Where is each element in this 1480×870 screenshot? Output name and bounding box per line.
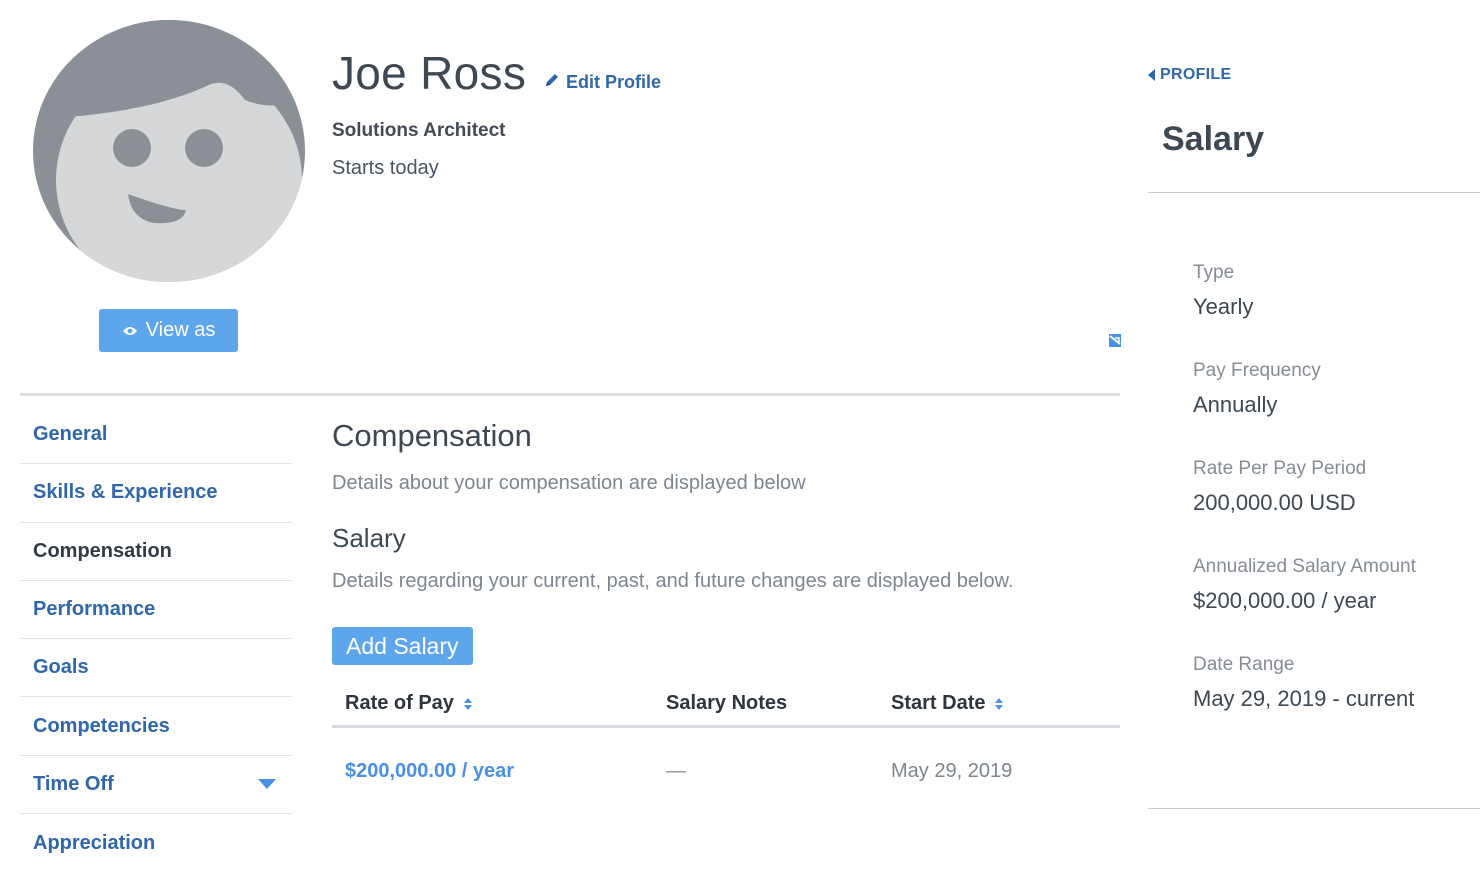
salary-description: Details regarding your current, past, an… bbox=[332, 570, 1014, 592]
panel-divider bbox=[1148, 192, 1480, 193]
field-value: $200,000.00 / year bbox=[1193, 588, 1377, 613]
sidebar-item-label: Goals bbox=[33, 656, 89, 679]
avatar bbox=[33, 20, 305, 282]
field-label: Pay Frequency bbox=[1193, 360, 1321, 381]
section-title: Compensation bbox=[332, 418, 532, 453]
sidebar-item-skills[interactable]: Skills & Experience bbox=[20, 464, 292, 523]
salary-table: Rate of Pay Salary Notes Start Date $200… bbox=[332, 682, 1120, 814]
field-value: May 29, 2019 - current bbox=[1193, 686, 1415, 711]
field-date-range: Date Range May 29, 2019 - current bbox=[1193, 654, 1414, 712]
job-title: Solutions Architect bbox=[332, 120, 506, 141]
eye-icon bbox=[122, 325, 138, 337]
section-description: Details about your compensation are disp… bbox=[332, 472, 806, 494]
field-value: Annually bbox=[1193, 392, 1278, 417]
sidebar-item-performance[interactable]: Performance bbox=[20, 581, 292, 640]
sidebar-item-label: General bbox=[33, 423, 108, 446]
profile-name: Joe Ross bbox=[332, 47, 527, 99]
sidebar-item-competencies[interactable]: Competencies bbox=[20, 697, 292, 756]
start-info: Starts today bbox=[332, 157, 439, 179]
start-date-cell: May 29, 2019 bbox=[891, 759, 1013, 782]
sidebar-item-compensation[interactable]: Compensation bbox=[20, 523, 292, 581]
pencil-icon bbox=[544, 72, 560, 93]
column-header-label: Rate of Pay bbox=[345, 692, 454, 714]
back-to-profile-link[interactable]: PROFILE bbox=[1148, 66, 1231, 84]
field-value: 200,000.00 USD bbox=[1193, 490, 1356, 515]
column-header-notes: Salary Notes bbox=[666, 692, 891, 715]
caret-down-icon[interactable] bbox=[258, 779, 276, 790]
caret-left-icon bbox=[1148, 69, 1155, 81]
field-annualized-salary: Annualized Salary Amount $200,000.00 / y… bbox=[1193, 556, 1416, 614]
table-header: Rate of Pay Salary Notes Start Date bbox=[332, 682, 1120, 728]
sort-icon[interactable] bbox=[995, 697, 1004, 710]
sidebar-item-label: Competencies bbox=[33, 714, 170, 737]
sidebar-item-label: Time Off bbox=[33, 772, 114, 795]
view-as-button[interactable]: View as bbox=[99, 309, 238, 352]
sort-icon[interactable] bbox=[463, 697, 472, 710]
sidebar-item-goals[interactable]: Goals bbox=[20, 639, 292, 698]
field-label: Type bbox=[1193, 262, 1235, 283]
back-link-label: PROFILE bbox=[1160, 66, 1232, 83]
field-rate-per-pay-period: Rate Per Pay Period 200,000.00 USD bbox=[1193, 458, 1366, 516]
collapse-icon[interactable] bbox=[1109, 334, 1121, 347]
compensation-section: Compensation Details about your compensa… bbox=[332, 418, 1122, 665]
field-label: Date Range bbox=[1193, 654, 1295, 675]
edit-profile-label: Edit Profile bbox=[566, 72, 662, 92]
header-divider bbox=[20, 393, 1120, 396]
sidebar-item-appreciation[interactable]: Appreciation bbox=[20, 814, 292, 870]
column-header-rate[interactable]: Rate of Pay bbox=[332, 692, 666, 715]
rate-of-pay-link[interactable]: $200,000.00 / year bbox=[345, 760, 514, 782]
field-label: Rate Per Pay Period bbox=[1193, 458, 1367, 479]
view-as-label: View as bbox=[145, 319, 216, 341]
salary-notes-cell: — bbox=[666, 759, 686, 782]
edit-profile-link[interactable]: Edit Profile bbox=[544, 72, 661, 93]
panel-divider bbox=[1148, 808, 1480, 809]
panel-title: Salary bbox=[1162, 120, 1265, 158]
add-salary-button[interactable]: Add Salary bbox=[332, 627, 473, 665]
sidebar-item-time-off[interactable]: Time Off bbox=[20, 756, 292, 815]
sidebar-item-general[interactable]: General bbox=[20, 406, 292, 465]
table-row: $200,000.00 / year — May 29, 2019 bbox=[332, 728, 1120, 814]
field-value: Yearly bbox=[1193, 294, 1254, 319]
sidebar-item-label: Compensation bbox=[33, 539, 172, 562]
field-pay-frequency: Pay Frequency Annually bbox=[1193, 360, 1321, 418]
column-header-label: Salary Notes bbox=[666, 692, 788, 714]
salary-detail-panel: PROFILE Salary Type Yearly Pay Frequency… bbox=[1148, 0, 1480, 870]
column-header-start-date[interactable]: Start Date bbox=[891, 692, 1120, 715]
sidebar-item-label: Appreciation bbox=[33, 831, 156, 854]
side-nav: General Skills & Experience Compensation… bbox=[20, 406, 292, 870]
salary-subtitle: Salary bbox=[332, 523, 406, 553]
sidebar-item-label: Performance bbox=[33, 598, 156, 621]
sidebar-item-label: Skills & Experience bbox=[33, 481, 218, 504]
field-type: Type Yearly bbox=[1193, 262, 1253, 320]
field-label: Annualized Salary Amount bbox=[1193, 556, 1416, 577]
column-header-label: Start Date bbox=[891, 692, 986, 714]
